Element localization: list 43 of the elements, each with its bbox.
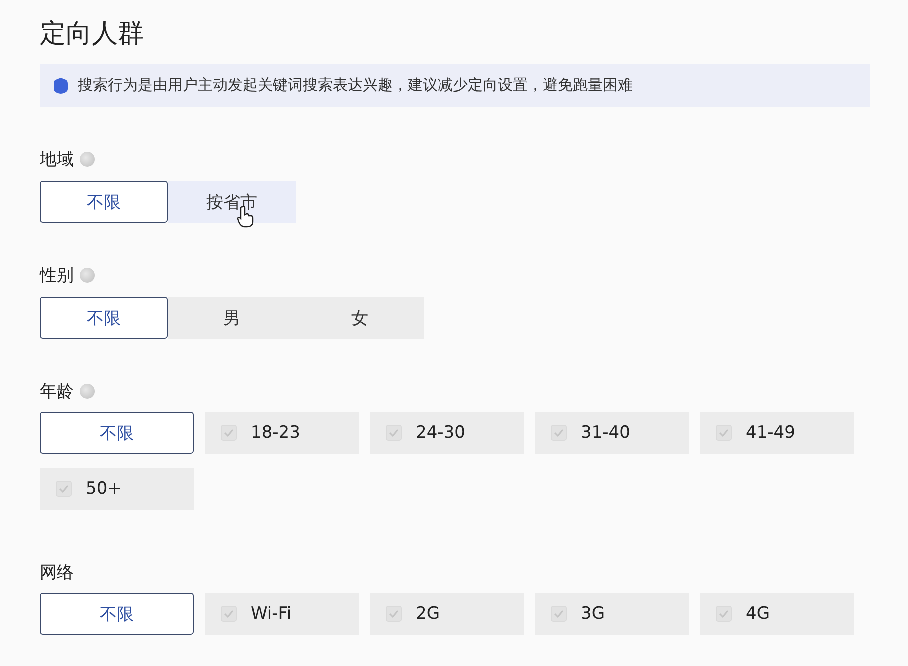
option-label: Wi-Fi: [251, 604, 292, 624]
option-label: 2G: [416, 604, 440, 624]
help-icon[interactable]: [80, 268, 95, 282]
option-button[interactable]: 男: [168, 297, 296, 339]
option-button[interactable]: 不限: [40, 181, 168, 223]
option-label: 41-49: [746, 423, 796, 443]
option-label: 3G: [581, 604, 605, 624]
checkbox[interactable]: [221, 425, 237, 441]
section-label: 地域: [40, 148, 74, 170]
option-label: 4G: [746, 604, 770, 624]
notice-text: 搜索行为是由用户主动发起关键词搜索表达兴趣，建议减少定向设置，避免跑量困难: [78, 76, 633, 95]
info-icon: [54, 78, 68, 94]
checkbox[interactable]: [716, 606, 732, 622]
checkbox[interactable]: [386, 425, 402, 441]
checkbox[interactable]: [56, 481, 72, 497]
section-label: 性别: [40, 264, 74, 286]
page-title: 定向人群: [40, 18, 145, 51]
checkbox-option[interactable]: 4G: [700, 593, 854, 635]
checkbox[interactable]: [551, 425, 567, 441]
option-button[interactable]: 不限: [40, 593, 194, 635]
checkbox-option[interactable]: 31-40: [535, 412, 689, 454]
checkbox[interactable]: [221, 606, 237, 622]
option-label: 50+: [86, 479, 122, 499]
checkbox-option[interactable]: 50+: [40, 468, 194, 510]
checkbox-option[interactable]: 2G: [370, 593, 524, 635]
option-label: 24-30: [416, 423, 466, 443]
help-icon[interactable]: [80, 384, 95, 398]
option-label: 31-40: [581, 423, 630, 443]
checkbox-option[interactable]: Wi-Fi: [205, 593, 359, 635]
checkbox[interactable]: [716, 425, 732, 441]
checkbox-option[interactable]: 41-49: [700, 412, 854, 454]
option-label: 18-23: [251, 423, 300, 443]
checkbox-option[interactable]: 24-30: [370, 412, 524, 454]
section-label: 年龄: [40, 380, 74, 402]
option-button[interactable]: 不限: [40, 297, 168, 339]
option-button[interactable]: 不限: [40, 412, 194, 454]
checkbox[interactable]: [386, 606, 402, 622]
section-label: 网络: [40, 562, 74, 584]
checkbox-option[interactable]: 3G: [535, 593, 689, 635]
option-button[interactable]: 女: [296, 297, 424, 339]
help-icon[interactable]: [80, 152, 95, 166]
checkbox[interactable]: [551, 606, 567, 622]
checkbox-option[interactable]: 18-23: [205, 412, 359, 454]
